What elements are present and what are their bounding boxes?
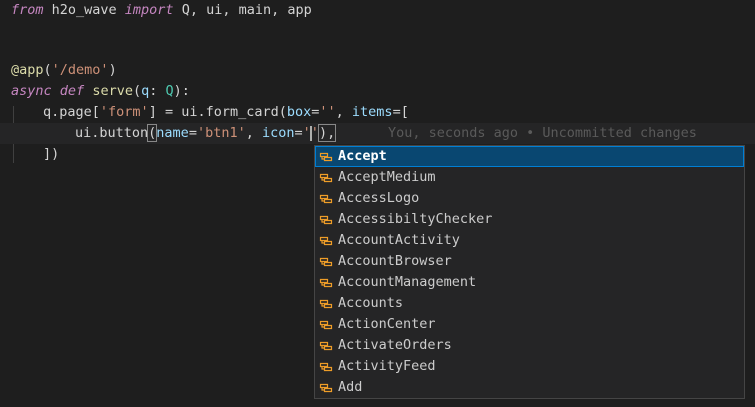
paren-close: ) <box>108 62 117 78</box>
suggestion-item[interactable]: Add <box>315 377 744 398</box>
suggestion-item[interactable]: ActionCenter <box>315 314 744 335</box>
snippet-icon <box>318 317 334 333</box>
suggestion-label: AccessibiltyChecker <box>338 211 493 227</box>
suggestion-item[interactable]: AccountBrowser <box>315 251 744 272</box>
suggestion-label: Accept <box>338 148 387 164</box>
decorator: @app <box>11 62 44 78</box>
suggestion-item[interactable]: ActivateOrders <box>315 335 744 356</box>
string-quote: ' <box>310 125 319 141</box>
equals: = <box>294 125 303 141</box>
kwarg-icon: icon <box>262 125 295 141</box>
box-value: '' <box>319 104 336 120</box>
paren-close: ): <box>173 83 190 99</box>
snippet-icon <box>318 254 334 270</box>
snippet-icon <box>318 212 334 228</box>
suggestion-item[interactable]: AccountActivity <box>315 230 744 251</box>
param-type: Q <box>165 83 174 99</box>
button-call: ui.button <box>75 125 149 141</box>
comma: , <box>245 125 262 141</box>
colon: : <box>149 83 166 99</box>
paren-close: ), <box>317 124 337 142</box>
kwarg-box: box <box>286 104 312 120</box>
keyword-def: def <box>59 83 85 99</box>
form-card-call: ] = ui.form_card( <box>148 104 287 120</box>
suggestion-label: Add <box>338 379 363 395</box>
snippet-icon <box>318 233 334 249</box>
keyword-async: async <box>11 83 52 99</box>
suggestion-label: AccountActivity <box>338 232 460 248</box>
suggestion-list[interactable]: Accept AcceptMedium AccessLogo Accessibilty… <box>315 146 744 398</box>
snippet-icon <box>318 380 334 396</box>
autocomplete-suggestions[interactable]: Accept AcceptMedium AccessLogo Accessibilty… <box>314 145 745 399</box>
code-line-7: ui.button(name='btn1', icon=''), You, se… <box>0 123 755 144</box>
module-name: h2o_wave <box>43 2 125 18</box>
name-value: 'btn1' <box>196 125 246 141</box>
suggestion-label: Accounts <box>338 295 404 311</box>
snippet-icon <box>318 359 334 375</box>
code-editor[interactable]: from h2o_wave import Q, ui, main, app @a… <box>0 0 755 407</box>
equals: = <box>188 125 197 141</box>
suggestion-item[interactable]: Accounts <box>315 293 744 314</box>
comma: , <box>335 104 352 120</box>
paren-open: ( <box>132 83 142 99</box>
suggestion-label: AccountBrowser <box>338 253 452 269</box>
suggestion-label: AcceptMedium <box>338 169 436 185</box>
suggestion-label: ActivateOrders <box>338 337 452 353</box>
suggestion-item[interactable]: AccessLogo <box>315 188 744 209</box>
code-line-1: from h2o_wave import Q, ui, main, app <box>0 0 755 21</box>
code-line-4: @app('/demo') <box>0 60 755 81</box>
snippet-icon <box>318 170 334 186</box>
suggestion-label: ActivityFeed <box>338 358 436 374</box>
keyword-import: import <box>124 2 174 18</box>
snippet-icon <box>318 149 334 165</box>
page-key-string: 'form' <box>99 104 149 120</box>
suggestion-label: AccountManagement <box>338 274 477 290</box>
param-name: q <box>141 83 150 99</box>
code-line-5: async def serve(q: Q): <box>0 81 755 102</box>
suggestion-label: ActionCenter <box>338 316 436 332</box>
paren-open: ( <box>43 62 52 78</box>
code-line-6: q.page['form'] = ui.form_card(box='', it… <box>0 102 755 123</box>
git-blame-annotation: You, seconds ago • Uncommitted changes <box>388 125 697 141</box>
kwarg-name: name <box>156 125 189 141</box>
suggestion-item[interactable]: AccountManagement <box>315 272 744 293</box>
snippet-icon <box>318 296 334 312</box>
snippet-icon <box>318 275 334 291</box>
page-access: q.page[ <box>43 104 100 120</box>
snippet-icon <box>318 191 334 207</box>
import-names: Q, ui, main, app <box>173 2 312 18</box>
function-name: serve <box>92 83 133 99</box>
list-open: =[ <box>392 104 409 120</box>
suggestion-item[interactable]: ActivityFeed <box>315 356 744 377</box>
snippet-icon <box>318 338 334 354</box>
list-close: ]) <box>43 146 60 162</box>
suggestion-item[interactable]: Accept <box>315 146 744 167</box>
suggestion-label: AccessLogo <box>338 190 420 206</box>
keyword-from: from <box>11 2 44 18</box>
route-string: '/demo' <box>51 62 109 78</box>
suggestion-item[interactable]: AcceptMedium <box>315 167 744 188</box>
suggestion-item[interactable]: AccessibiltyChecker <box>315 209 744 230</box>
kwarg-items: items <box>351 104 393 120</box>
